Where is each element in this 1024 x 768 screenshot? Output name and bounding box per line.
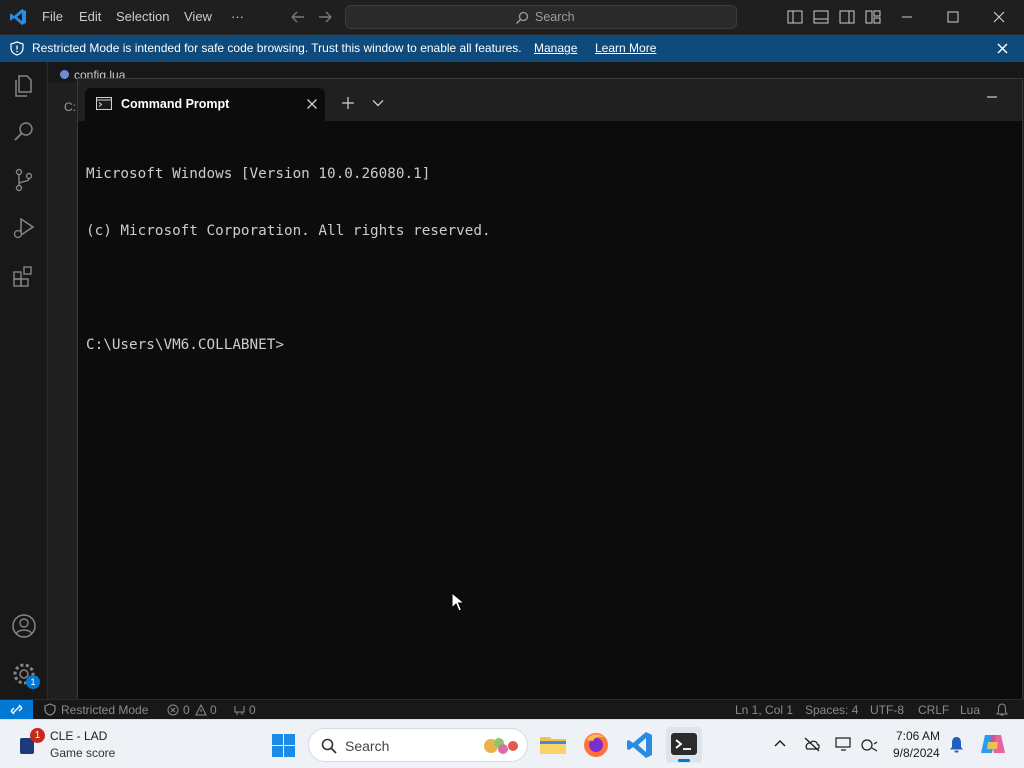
shield-icon bbox=[10, 41, 24, 56]
remote-indicator[interactable] bbox=[0, 700, 33, 720]
vscode-logo-icon bbox=[9, 8, 27, 26]
search-icon bbox=[321, 738, 337, 754]
notifications-bell-icon[interactable] bbox=[996, 703, 1008, 717]
chevron-down-icon[interactable] bbox=[372, 99, 384, 107]
terminal-line: (c) Microsoft Corporation. All rights re… bbox=[86, 223, 491, 239]
search-highlight-icon bbox=[481, 735, 521, 757]
file-explorer-icon[interactable] bbox=[538, 730, 568, 760]
terminal-line: Microsoft Windows [Version 10.0.26080.1] bbox=[86, 166, 431, 182]
error-icon bbox=[167, 704, 179, 716]
terminal-tab-command-prompt[interactable]: Command Prompt bbox=[85, 88, 325, 121]
terminal-tab-title: Command Prompt bbox=[121, 97, 230, 111]
network-icon[interactable] bbox=[860, 737, 878, 752]
warning-count[interactable]: 0 bbox=[210, 703, 217, 717]
ports-icon bbox=[234, 706, 245, 715]
command-center-label: Search bbox=[535, 10, 575, 24]
terminal-tab-bar: Command Prompt bbox=[78, 79, 1022, 121]
toggle-secondary-sidebar-icon[interactable] bbox=[839, 10, 855, 24]
toggle-panel-icon[interactable] bbox=[813, 10, 829, 24]
terminal-icon bbox=[671, 733, 697, 755]
close-tab-icon[interactable] bbox=[306, 98, 318, 110]
restricted-mode-status[interactable]: Restricted Mode bbox=[61, 703, 148, 717]
menu-view[interactable]: View bbox=[184, 9, 212, 24]
vscode-taskbar-icon[interactable] bbox=[625, 730, 655, 760]
restricted-mode-banner: Restricted Mode is intended for safe cod… bbox=[0, 35, 1024, 62]
minimize-icon[interactable] bbox=[898, 8, 916, 26]
explorer-icon[interactable] bbox=[10, 72, 38, 100]
notification-bell-icon[interactable] bbox=[949, 736, 964, 753]
firefox-icon[interactable] bbox=[581, 730, 611, 760]
toggle-primary-sidebar-icon[interactable] bbox=[787, 10, 803, 24]
banner-manage-link[interactable]: Manage bbox=[534, 41, 577, 55]
terminal-output[interactable]: Microsoft Windows [Version 10.0.26080.1]… bbox=[86, 127, 1006, 393]
cloud-offline-icon[interactable] bbox=[803, 736, 821, 752]
menu-edit[interactable]: Edit bbox=[79, 9, 101, 24]
close-icon[interactable] bbox=[990, 8, 1008, 26]
cursor-position[interactable]: Ln 1, Col 1 bbox=[735, 703, 793, 717]
back-arrow-icon[interactable] bbox=[291, 11, 304, 23]
warning-icon bbox=[195, 704, 207, 716]
end-of-line[interactable]: CRLF bbox=[918, 703, 949, 717]
lua-file-icon bbox=[60, 70, 69, 79]
forward-arrow-icon[interactable] bbox=[319, 11, 332, 23]
indentation[interactable]: Spaces: 4 bbox=[805, 703, 858, 717]
language-mode[interactable]: Lua bbox=[960, 703, 980, 717]
terminal-minimize-icon[interactable] bbox=[986, 95, 998, 99]
clock-date[interactable]: 9/8/2024 bbox=[893, 746, 940, 760]
maximize-icon[interactable] bbox=[944, 8, 962, 26]
nav-arrows bbox=[290, 9, 335, 25]
source-control-icon[interactable] bbox=[10, 166, 38, 194]
editor-breadcrumb: C: bbox=[64, 100, 76, 114]
settings-update-badge: 1 bbox=[26, 675, 40, 689]
widget-subtitle: Game score bbox=[50, 746, 116, 760]
search-icon[interactable] bbox=[10, 118, 38, 146]
error-count[interactable]: 0 bbox=[183, 703, 190, 717]
menu-selection[interactable]: Selection bbox=[116, 9, 169, 24]
taskbar-search-label: Search bbox=[345, 738, 390, 754]
command-prompt-window: Command Prompt Microsoft Windows [Versio… bbox=[77, 78, 1023, 706]
vscode-titlebar: File Edit Selection View ··· Search bbox=[0, 0, 1024, 35]
menu-more[interactable]: ··· bbox=[231, 9, 244, 24]
windows-start-icon[interactable] bbox=[272, 734, 295, 757]
banner-message: Restricted Mode is intended for safe cod… bbox=[32, 41, 522, 55]
accounts-icon[interactable] bbox=[10, 612, 38, 640]
windows-taskbar: 1 CLE - LAD Game score Search 7:06 AM 9/… bbox=[0, 719, 1024, 768]
run-debug-icon[interactable] bbox=[10, 214, 38, 242]
display-icon[interactable] bbox=[835, 736, 853, 752]
menu-file[interactable]: File bbox=[42, 9, 63, 24]
extensions-icon[interactable] bbox=[10, 262, 38, 290]
activity-bar: 1 bbox=[0, 62, 48, 699]
customize-layout-icon[interactable] bbox=[865, 10, 881, 24]
banner-learn-more-link[interactable]: Learn More bbox=[595, 41, 656, 55]
cmd-icon bbox=[96, 97, 112, 110]
copilot-icon[interactable] bbox=[980, 732, 1006, 756]
chevron-up-icon[interactable] bbox=[774, 739, 786, 747]
terminal-taskbar-button[interactable] bbox=[666, 727, 702, 763]
remote-icon bbox=[10, 704, 23, 715]
command-center-search[interactable]: Search bbox=[345, 5, 737, 29]
search-icon bbox=[516, 11, 529, 24]
widget-notification-badge: 1 bbox=[30, 728, 45, 743]
encoding[interactable]: UTF-8 bbox=[870, 703, 904, 717]
banner-close-icon[interactable] bbox=[996, 42, 1009, 55]
new-tab-plus-icon[interactable] bbox=[342, 97, 354, 109]
taskbar-search-box[interactable]: Search bbox=[308, 728, 528, 762]
clock-time[interactable]: 7:06 AM bbox=[896, 729, 940, 743]
terminal-prompt-line: C:\Users\VM6.COLLABNET> bbox=[86, 337, 284, 353]
active-app-indicator bbox=[678, 759, 690, 762]
manage-gear[interactable]: 1 bbox=[10, 660, 40, 690]
widget-title: CLE - LAD bbox=[50, 729, 108, 743]
ports-count[interactable]: 0 bbox=[249, 703, 256, 717]
mouse-cursor-icon bbox=[451, 592, 465, 612]
restricted-shield-icon bbox=[44, 703, 56, 716]
status-bar: Restricted Mode 0 0 0 Ln 1, Col 1 Spaces… bbox=[0, 699, 1024, 720]
